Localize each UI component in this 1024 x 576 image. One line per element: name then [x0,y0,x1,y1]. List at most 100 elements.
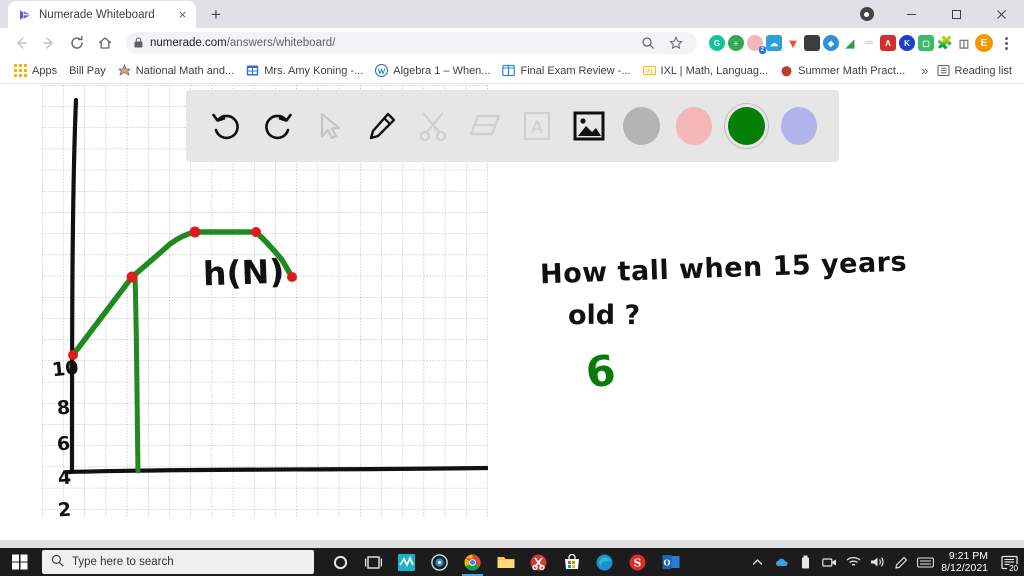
cast-icon[interactable]: ◫ [956,35,972,51]
star-icon [117,64,131,77]
search-icon [51,554,64,570]
close-tab-icon[interactable]: × [175,7,190,22]
chrome-menu-icon[interactable] [996,32,1016,54]
bookmark-label: Apps [32,64,58,77]
data-point-marker [251,227,261,237]
eraser-icon[interactable] [459,99,511,153]
back-button[interactable] [8,30,34,56]
s-app-icon[interactable]: S [621,548,654,576]
forward-button[interactable] [36,30,62,56]
zoom-icon[interactable] [635,30,661,56]
wifi-icon[interactable] [841,548,865,576]
onedrive-cloud-icon[interactable] [769,548,793,576]
redo-icon[interactable] [252,99,304,153]
taskbar-clock[interactable]: 9:21 PM 8/12/2021 [937,550,996,574]
battery-icon[interactable] [793,548,817,576]
outlook-icon[interactable]: O [654,548,687,576]
bookmark-item-summer-math[interactable]: Summer Math Pract... [774,61,911,81]
volume-icon[interactable] [865,548,889,576]
windows-taskbar: Type here to search S O 9:21 PM 8/12/202… [0,548,1024,576]
columns-icon [502,64,516,77]
bookmark-apps[interactable]: Apps [8,61,63,81]
color-swatch-gray[interactable] [623,107,660,145]
cortana-icon[interactable] [324,548,357,576]
windows-start-icon[interactable] [0,548,40,576]
bookmark-item-algebra-1[interactable]: Algebra 1 – When... [369,61,496,81]
star-bookmark-icon[interactable] [663,30,689,56]
image-icon[interactable] [563,99,615,153]
kami-extension-icon[interactable]: K [899,35,915,51]
browser-tab-strip: Numerade Whiteboard × + [0,0,1024,28]
microsoft-store-icon[interactable] [555,548,588,576]
new-tab-button[interactable]: + [203,1,229,27]
undo-icon[interactable] [200,99,252,153]
bookmark-item-mrs-amy-koning[interactable]: Mrs. Amy Koning -... [240,61,369,81]
svg-text:O: O [663,558,670,568]
bookmark-item-bill-pay[interactable]: Bill Pay [63,61,112,81]
reload-button[interactable] [64,30,90,56]
puzzle-extensions-icon[interactable]: 🧩 [937,35,953,51]
profile-badge-icon[interactable] [844,0,889,28]
gray-extension-icon[interactable]: ═ [861,35,877,51]
whiteboard-toolbar: A [186,90,839,162]
bookmark-item-ixl[interactable]: IXL IXL | Math, Languag... [637,61,775,81]
adobe-acrobat-extension-icon[interactable]: A [880,35,896,51]
close-window-button[interactable] [979,0,1024,28]
pencil-icon[interactable] [356,99,408,153]
select-cursor-icon[interactable] [304,99,356,153]
question-text-line2: old ? [568,300,641,331]
pen-icon[interactable] [889,548,913,576]
svg-text:A: A [531,118,543,138]
cast-green-extension-icon[interactable]: ◢ [842,35,858,51]
url-domain: numerade.com [150,37,227,49]
bookmark-label: Summer Math Pract... [798,64,906,77]
minimize-window-button[interactable] [889,0,934,28]
grammarly-extension-icon[interactable]: G [709,35,725,51]
bookmark-flag-extension-icon[interactable]: ▼ [785,35,801,51]
answer-text: 6 [582,345,619,398]
color-swatch-pink[interactable] [675,107,712,145]
notification-extension-icon[interactable]: 2 [747,35,766,54]
add-extension-icon[interactable]: + [728,35,744,51]
browser-tab[interactable]: Numerade Whiteboard × [8,1,196,28]
ixl-icon: IXL [642,64,656,77]
bookmark-item-national-math[interactable]: National Math and... [112,61,240,81]
disc-icon[interactable] [423,548,456,576]
notifications-button[interactable]: 20 [996,548,1022,576]
show-hidden-icons-chevron-icon[interactable] [745,548,769,576]
apps-grid-icon [14,64,27,77]
bookmark-label: Final Exam Review -... [520,64,631,77]
color-swatch-green[interactable] [728,107,765,145]
keyboard-icon[interactable] [913,548,937,576]
scissors-icon[interactable] [408,99,460,153]
reading-list-button[interactable]: Reading list [936,64,1016,77]
app-teal-icon[interactable] [390,548,423,576]
whiteboard-canvas[interactable]: 10 8 6 4 2 0 15 30 45 60 h(N) N How tall… [0,85,1024,548]
text-icon[interactable]: A [511,99,563,153]
profile-avatar[interactable]: E [975,34,993,52]
dark-app-extension-icon[interactable] [804,35,820,51]
clock-time: 9:21 PM [948,550,988,562]
lock-icon [134,37,143,50]
file-explorer-icon[interactable] [489,548,522,576]
bookmarks-overflow-button[interactable]: » [913,63,936,78]
snip-tool-icon[interactable] [522,548,555,576]
bookmark-label: National Math and... [135,64,235,77]
y-tick-label-6: 6 [56,432,71,456]
chrome-icon[interactable] [456,548,489,576]
edge-icon[interactable] [588,548,621,576]
cloud-extension-icon[interactable]: ☁ [766,35,782,51]
task-view-icon[interactable] [357,548,390,576]
y-tick-label-4: 4 [57,466,72,490]
browser-tab-title: Numerade Whiteboard [39,8,155,21]
webcam-icon[interactable] [817,548,841,576]
diamond-extension-icon[interactable]: ◆ [823,35,839,51]
maximize-window-button[interactable] [934,0,979,28]
bookmark-item-final-exam-review[interactable]: Final Exam Review -... [496,61,636,81]
taskbar-search-input[interactable]: Type here to search [42,550,314,574]
color-swatch-purple[interactable] [780,107,817,145]
address-bar[interactable]: numerade.com/answers/whiteboard/ [126,32,697,54]
save-extension-icon[interactable]: ▢ [918,35,934,51]
system-tray: 9:21 PM 8/12/2021 20 [745,548,1024,576]
home-button[interactable] [92,30,118,56]
